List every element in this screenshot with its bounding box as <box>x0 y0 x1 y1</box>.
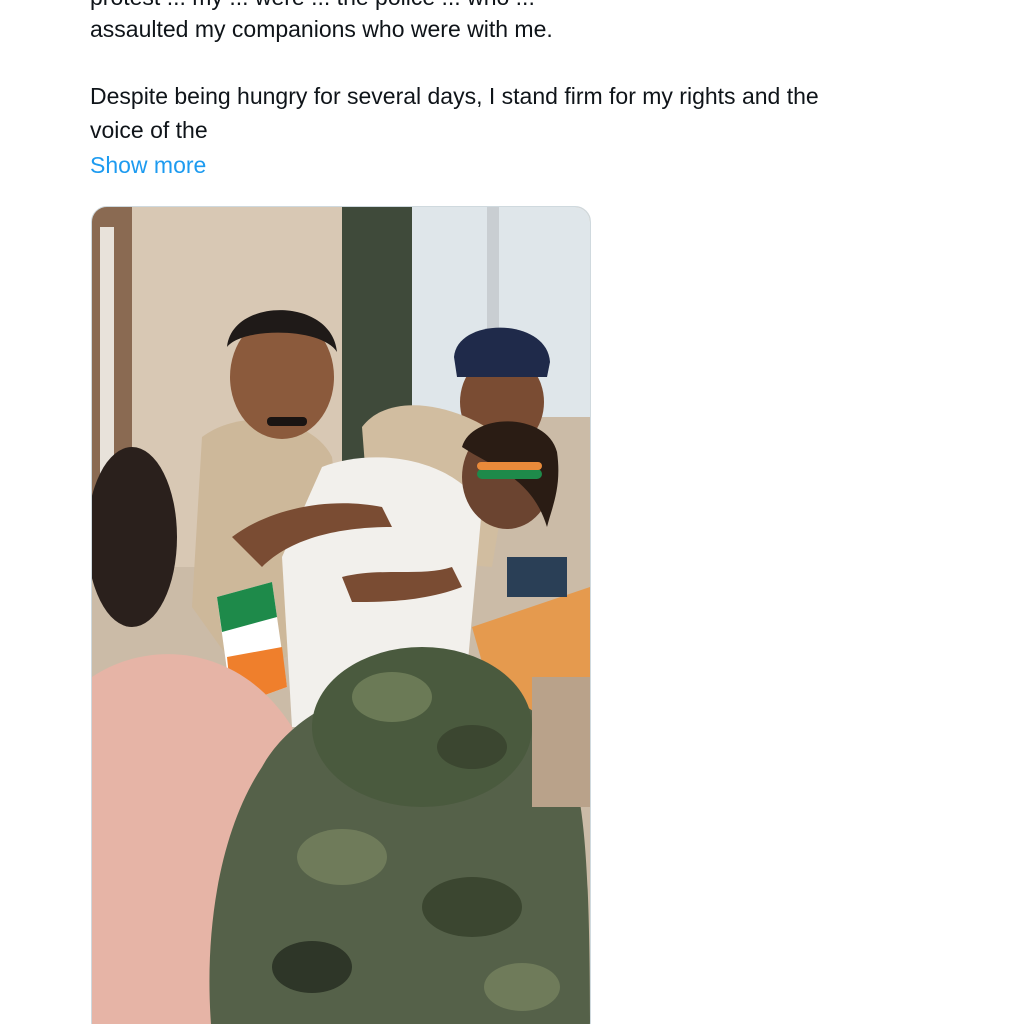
tweet-page: protest ... my ... were ... the police .… <box>0 0 1024 1024</box>
tweet-text-line: Despite being hungry for several days, I… <box>90 83 819 109</box>
show-more-link[interactable]: Show more <box>90 148 206 182</box>
tweet-media-photo[interactable] <box>91 206 591 1024</box>
photo-illustration <box>92 207 590 1024</box>
tweet-text-partial-line: protest ... my ... were ... the police .… <box>90 0 535 10</box>
tweet-text-line: voice of the <box>90 117 208 143</box>
tweet-text-line: assaulted my companions who were with me… <box>90 16 553 42</box>
